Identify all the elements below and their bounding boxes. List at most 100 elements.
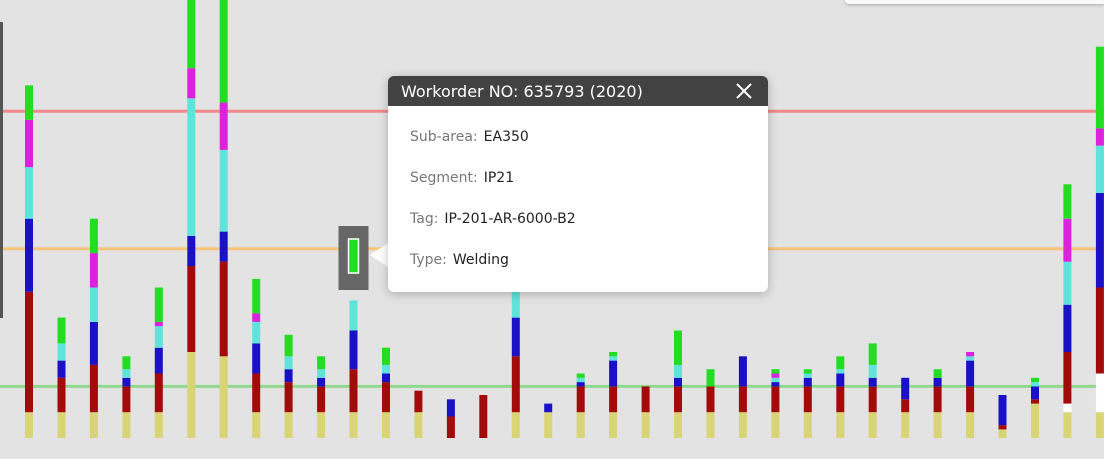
- bar-4-khaki[interactable]: [154, 412, 163, 438]
- bar-18-cyan[interactable]: [609, 356, 618, 361]
- bar-33-khaki[interactable]: [1095, 412, 1104, 438]
- bar-2-magenta[interactable]: [89, 253, 98, 288]
- bar-1-green[interactable]: [57, 317, 66, 344]
- bar-29-khaki[interactable]: [966, 412, 975, 438]
- bar-17-khaki[interactable]: [576, 412, 585, 438]
- bar-29-darkred[interactable]: [966, 386, 975, 413]
- bar-29-blue[interactable]: [966, 360, 975, 387]
- bar-29-magenta[interactable]: [966, 352, 975, 357]
- bar-9-blue[interactable]: [317, 377, 326, 387]
- bar-26-khaki[interactable]: [868, 412, 877, 438]
- bar-10-khaki[interactable]: [349, 412, 358, 438]
- bar-7-darkred[interactable]: [252, 373, 261, 413]
- bar-8-darkred[interactable]: [284, 382, 293, 413]
- bar-1-blue[interactable]: [57, 360, 66, 378]
- bar-8-khaki[interactable]: [284, 412, 293, 438]
- bar-0-magenta[interactable]: [25, 119, 33, 168]
- bar-1-khaki[interactable]: [57, 412, 66, 438]
- bar-32-white[interactable]: [1063, 403, 1072, 413]
- bar-6-darkred[interactable]: [219, 261, 228, 357]
- bar-23-blue[interactable]: [771, 382, 780, 387]
- bar-30-darkred[interactable]: [998, 425, 1007, 430]
- bar-15-khaki[interactable]: [511, 412, 520, 438]
- bar-23-green[interactable]: [771, 369, 780, 374]
- bar-24-green[interactable]: [803, 369, 812, 374]
- bar-18-darkred[interactable]: [609, 386, 618, 413]
- bar-23-khaki[interactable]: [771, 412, 780, 438]
- bar-16-khaki[interactable]: [544, 412, 553, 438]
- bar-8-blue[interactable]: [284, 369, 293, 383]
- bar-11-green[interactable]: [382, 347, 390, 365]
- bar-28-green[interactable]: [933, 369, 942, 378]
- bar-22-khaki[interactable]: [738, 412, 747, 438]
- bar-3-green[interactable]: [122, 356, 131, 370]
- bar-32-darkred[interactable]: [1063, 352, 1072, 404]
- bar-17-green[interactable]: [576, 373, 585, 378]
- bar-3-khaki[interactable]: [122, 412, 131, 438]
- bar-23-darkred[interactable]: [771, 386, 780, 413]
- bar-32-khaki[interactable]: [1063, 412, 1072, 438]
- bar-23-cyan[interactable]: [771, 377, 780, 383]
- bar-32-green[interactable]: [1063, 184, 1072, 219]
- bar-26-darkred[interactable]: [868, 386, 877, 413]
- bar-5-darkred[interactable]: [187, 266, 196, 352]
- bar-4-darkred[interactable]: [154, 373, 163, 413]
- bar-7-magenta[interactable]: [252, 313, 261, 322]
- bar-11-blue[interactable]: [382, 373, 390, 383]
- bar-14-darkred[interactable]: [479, 395, 488, 438]
- bar-27-blue[interactable]: [901, 377, 910, 400]
- bar-24-blue[interactable]: [803, 377, 812, 387]
- bar-6-cyan[interactable]: [219, 149, 228, 232]
- bar-18-green[interactable]: [609, 352, 618, 357]
- bar-12-darkred[interactable]: [414, 390, 423, 413]
- bar-10-blue[interactable]: [349, 330, 358, 370]
- bar-27-darkred[interactable]: [901, 399, 910, 413]
- bar-25-blue[interactable]: [836, 373, 845, 387]
- bar-13-blue[interactable]: [446, 399, 455, 417]
- bar-31-khaki[interactable]: [1031, 403, 1039, 438]
- bar-11-khaki[interactable]: [382, 412, 390, 438]
- bar-10-cyan[interactable]: [349, 300, 358, 331]
- bar-5-khaki[interactable]: [187, 352, 196, 438]
- bar-1-darkred[interactable]: [57, 377, 66, 413]
- bar-12-khaki[interactable]: [414, 412, 423, 438]
- bar-25-khaki[interactable]: [836, 412, 845, 438]
- bar-7-green[interactable]: [252, 278, 261, 314]
- bar-1-cyan[interactable]: [57, 343, 66, 361]
- bar-6-green[interactable]: [219, 0, 228, 103]
- bar-28-blue[interactable]: [933, 377, 942, 387]
- bar-6-khaki[interactable]: [219, 356, 228, 438]
- bar-31-darkred[interactable]: [1031, 399, 1039, 404]
- bar-21-darkred[interactable]: [706, 386, 715, 413]
- bar-6-blue[interactable]: [219, 231, 228, 262]
- bar-31-blue[interactable]: [1031, 386, 1039, 400]
- bar-9-khaki[interactable]: [317, 412, 326, 438]
- bar-0-khaki[interactable]: [25, 412, 33, 438]
- bar-8-cyan[interactable]: [284, 356, 293, 370]
- bar-15-blue[interactable]: [511, 317, 520, 357]
- bar-33-magenta[interactable]: [1095, 128, 1104, 146]
- bar-17-darkred[interactable]: [576, 386, 585, 413]
- bar-33-white[interactable]: [1095, 373, 1104, 413]
- bar-5-magenta[interactable]: [187, 68, 196, 99]
- bar-4-green[interactable]: [154, 287, 163, 322]
- bar-3-blue[interactable]: [122, 377, 131, 387]
- bar-0-cyan[interactable]: [25, 167, 33, 219]
- bar-4-blue[interactable]: [154, 347, 163, 374]
- bar-19-khaki[interactable]: [641, 412, 650, 438]
- bar-4-cyan[interactable]: [154, 326, 163, 348]
- bar-20-blue[interactable]: [674, 377, 682, 387]
- bar-33-green[interactable]: [1095, 46, 1104, 129]
- bar-29-cyan[interactable]: [966, 356, 975, 361]
- bar-33-blue[interactable]: [1095, 192, 1104, 288]
- bar-26-blue[interactable]: [868, 377, 877, 387]
- bar-17-cyan[interactable]: [576, 377, 585, 383]
- bar-19-darkred[interactable]: [641, 386, 650, 413]
- bar-32-blue[interactable]: [1063, 304, 1072, 352]
- bar-5-cyan[interactable]: [187, 98, 196, 236]
- bar-0-green[interactable]: [25, 85, 33, 120]
- bar-7-blue[interactable]: [252, 343, 261, 374]
- bar-13-darkred[interactable]: [446, 416, 455, 439]
- bar-6-magenta[interactable]: [219, 102, 228, 150]
- close-icon[interactable]: [732, 79, 756, 103]
